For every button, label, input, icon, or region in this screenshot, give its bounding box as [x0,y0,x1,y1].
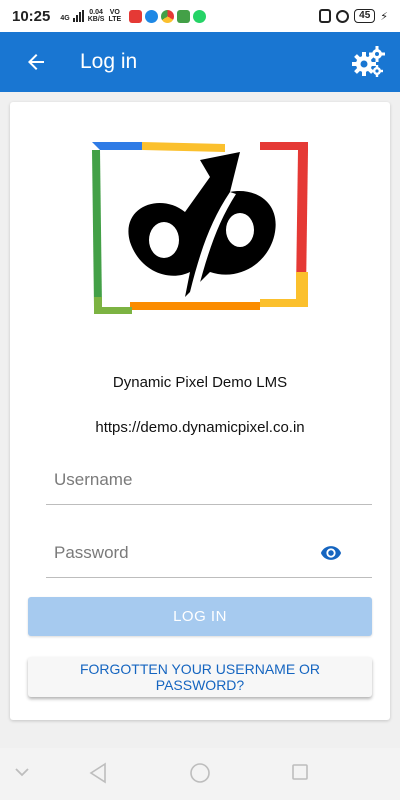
network-speed: 0.04 KB/S [88,9,105,23]
gears-icon [352,46,385,77]
forgot-credentials-button[interactable]: FORGOTTEN YOUR USERNAME OR PASSWORD? [28,657,372,697]
settings-button[interactable] [344,38,392,86]
back-button[interactable] [12,38,60,86]
network-speed-value: 0.04 [89,9,103,16]
login-button[interactable]: LOG IN [28,597,372,636]
eye-icon[interactable] [318,542,344,564]
alarm-icon [336,9,350,23]
status-right: 45 ⚡ [319,9,388,23]
status-time: 10:25 [12,7,51,25]
login-card: Dynamic Pixel Demo LMS https://demo.dyna… [10,102,390,720]
back-triangle-icon[interactable] [88,762,108,784]
network-type-label: 4G [60,15,70,22]
username-field [46,455,372,505]
vibrate-icon [319,9,332,23]
notification-app-icon [177,9,191,23]
site-name: Dynamic Pixel Demo LMS [112,374,288,391]
network-speed-unit: KB/S [87,16,105,23]
chevron-down-icon[interactable] [14,766,30,778]
site-logo [92,142,308,314]
recents-square-icon[interactable] [291,763,309,781]
system-nav-bar [0,748,400,800]
signal-icon: 4G [60,10,84,22]
app-bar: Log in [0,32,400,92]
home-circle-icon[interactable] [189,762,211,784]
status-bar: 10:25 4G 0.04 KB/S VO LTE 45 ⚡ [0,0,400,32]
volte-bottom: LTE [108,16,122,23]
chrome-icon [161,9,175,23]
notification-app-icon [129,9,143,23]
volte-indicator: VO LTE [108,9,121,23]
site-url: https://demo.dynamicpixel.co.in [95,419,305,436]
whatsapp-icon [193,9,207,23]
charging-icon: ⚡ [380,10,388,23]
username-input[interactable] [46,469,372,490]
password-field [46,528,372,578]
battery-icon: 45 [354,9,376,23]
status-left: 10:25 4G 0.04 KB/S VO LTE [12,7,207,25]
arrow-back-icon [28,54,44,70]
volte-top: VO [109,9,120,16]
page-title: Log in [80,50,138,73]
notification-app-icon [145,9,159,23]
notification-icons [129,9,207,23]
